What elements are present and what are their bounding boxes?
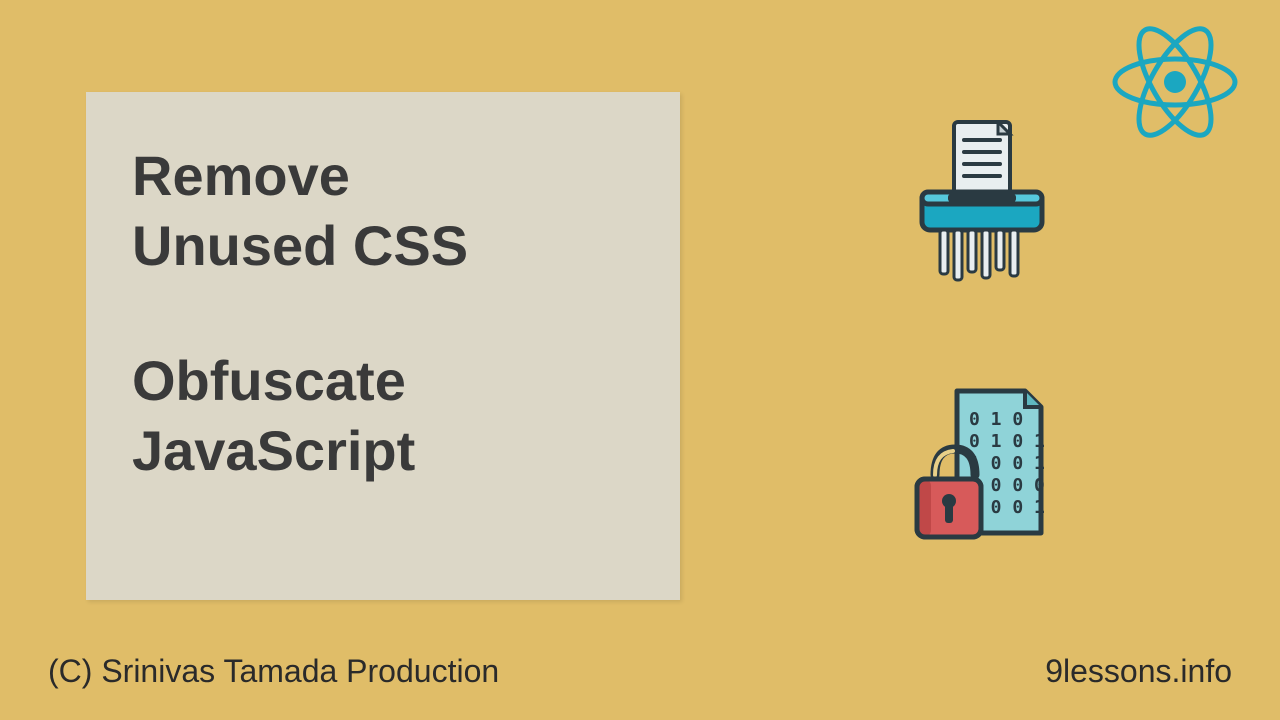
title-line-2: Unused CSS: [132, 214, 634, 278]
shredder-icon: [912, 120, 1052, 290]
svg-text:0 1 0: 0 1 0: [969, 409, 1023, 430]
title-line-4: JavaScript: [132, 419, 634, 483]
title-group-1: Remove Unused CSS: [132, 144, 634, 279]
encrypted-file-lock-icon: 0 1 0 0 1 0 1 1 0 0 1 1 0 0 0 1 0 0 1: [905, 385, 1050, 555]
svg-text:1 0 0 1: 1 0 0 1: [969, 453, 1045, 474]
copyright-text: (C) Srinivas Tamada Production: [48, 653, 499, 690]
title-line-1: Remove: [132, 144, 634, 208]
site-name: 9lessons.info: [1045, 653, 1232, 690]
title-group-2: Obfuscate JavaScript: [132, 349, 634, 484]
svg-text:0 1 0 1: 0 1 0 1: [969, 431, 1045, 452]
react-logo-icon: [1110, 24, 1240, 145]
title-line-3: Obfuscate: [132, 349, 634, 413]
content-box: Remove Unused CSS Obfuscate JavaScript: [86, 92, 680, 600]
